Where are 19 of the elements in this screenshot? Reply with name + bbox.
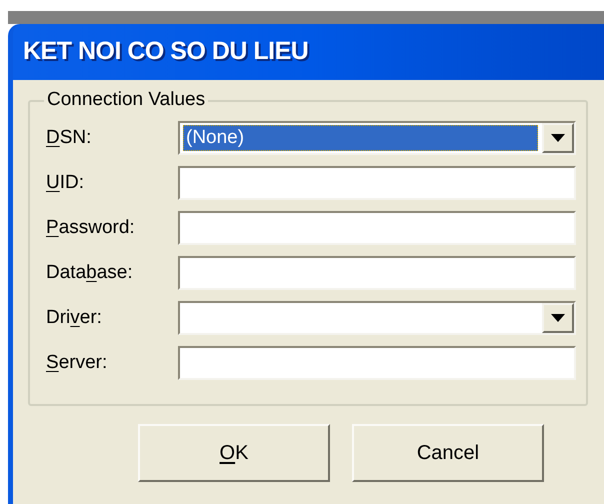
field-label: Password: [46,216,136,240]
caret-icon [551,314,565,322]
input-field[interactable] [178,256,576,290]
dialog-button[interactable]: OK [138,424,330,482]
input-field[interactable] [178,346,576,380]
field-label: Database: [46,260,134,285]
window-title: KET NOI CO SO DU LIEU [23,36,308,68]
field-label: DSN: [46,126,92,150]
dialog-button[interactable]: Cancel [352,424,544,482]
field-label: Server: [46,350,108,375]
input-field[interactable] [178,211,576,245]
dropdown[interactable] [178,301,576,335]
dropdown-arrow-button[interactable] [542,303,574,333]
field-label: Driver: [46,306,103,330]
caret-icon [551,134,565,142]
dropdown-arrow-button[interactable] [542,123,574,153]
field-label: UID: [46,170,86,195]
dropdown[interactable]: (None) [178,121,576,155]
input-field[interactable] [178,166,576,200]
